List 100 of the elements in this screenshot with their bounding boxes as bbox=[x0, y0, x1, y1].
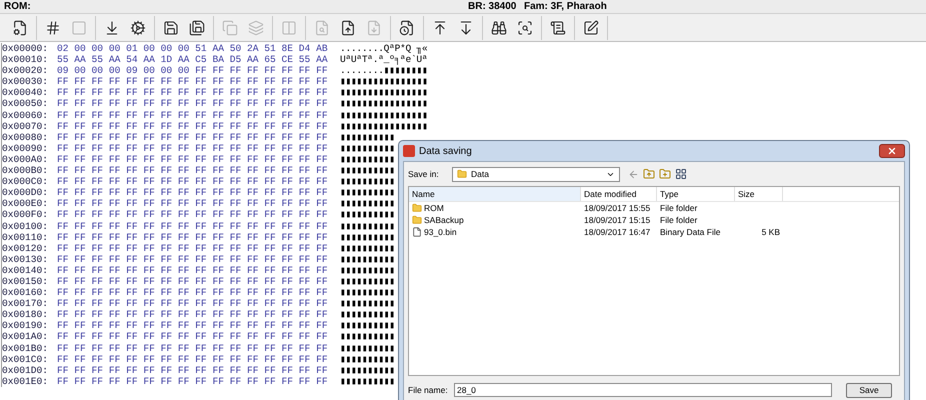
file-row[interactable]: 93_0.bin 18/09/2017 16:47 Binary Data File 5 KB bbox=[409, 226, 899, 238]
offset-label: 0x00120: bbox=[2, 242, 50, 254]
offset-label: 0x000C0: bbox=[2, 176, 50, 188]
ascii-text: ▮▮▮▮▮▮▮▮▮▮ bbox=[340, 187, 395, 198]
offset-label: 0x00140: bbox=[2, 264, 50, 276]
ascii-text: ▮▮▮▮▮▮▮▮▮▮ bbox=[340, 287, 395, 298]
file-down-icon bbox=[366, 20, 382, 36]
hex-bytes: FF FF FF FF FF FF FF FF FF FF FF FF FF FF FF FF bbox=[57, 132, 329, 143]
hex-bytes: FF FF FF FF FF FF FF FF FF FF FF FF FF FF FF FF bbox=[57, 320, 329, 332]
hex-bytes: FF FF FF FF FF FF FF FF FF FF FF FF FF FF FF FF bbox=[57, 342, 329, 354]
ascii-text: ▮▮▮▮▮▮▮▮▮▮ bbox=[340, 331, 395, 343]
offset-label: 0x00080: bbox=[2, 132, 50, 143]
close-icon bbox=[887, 146, 897, 156]
hex-bytes: FF FF FF FF FF FF FF FF FF FF FF FF FF FF FF FF bbox=[57, 87, 329, 98]
binoculars-icon bbox=[491, 20, 507, 36]
view-menu-icon[interactable] bbox=[675, 168, 687, 180]
hex-bytes: FF FF FF FF FF FF FF FF FF FF FF FF FF FF FF FF bbox=[57, 142, 329, 154]
offset-label: 0x000E0: bbox=[2, 198, 50, 210]
ascii-text: ▮▮▮▮▮▮▮▮▮▮ bbox=[340, 165, 395, 176]
save-button[interactable]: Save bbox=[846, 382, 892, 398]
save-in-label: Save in: bbox=[408, 168, 440, 180]
file-type: Binary Data File bbox=[659, 226, 722, 238]
hex-bytes: 02 00 00 00 01 00 00 00 51 AA 50 2A 51 8E D4 AB bbox=[57, 43, 329, 54]
columns-icon bbox=[281, 20, 297, 36]
offset-label: 0x000A0: bbox=[2, 154, 50, 166]
disks-icon bbox=[189, 20, 205, 36]
offset-label: 0x00030: bbox=[2, 76, 50, 88]
layers-icon bbox=[248, 20, 264, 36]
ascii-text: ........QªP*Q ╖« bbox=[340, 43, 428, 54]
file-name: 93_0.bin bbox=[424, 226, 457, 238]
ascii-text: ▮▮▮▮▮▮▮▮▮▮▮▮▮▮▮▮ bbox=[340, 120, 428, 132]
file-date: 18/09/2017 15:55 bbox=[583, 202, 652, 214]
file-row[interactable]: ROM 18/09/2017 15:55 File folder bbox=[409, 202, 899, 214]
file-date: 18/09/2017 15:15 bbox=[583, 214, 652, 226]
ascii-text: ▮▮▮▮▮▮▮▮▮▮ bbox=[340, 354, 395, 365]
hex-bytes: FF FF FF FF FF FF FF FF FF FF FF FF FF FF FF FF bbox=[57, 309, 329, 320]
ascii-text: ▮▮▮▮▮▮▮▮▮▮ bbox=[340, 132, 395, 143]
column-header[interactable]: Size bbox=[735, 187, 783, 201]
column-header[interactable]: Date modified bbox=[581, 187, 657, 201]
hash-icon bbox=[45, 20, 61, 36]
ascii-text: ▮▮▮▮▮▮▮▮▮▮ bbox=[340, 320, 395, 332]
ascii-text: ▮▮▮▮▮▮▮▮▮▮ bbox=[340, 242, 395, 254]
hex-bytes: FF FF FF FF FF FF FF FF FF FF FF FF FF FF FF FF bbox=[57, 120, 329, 132]
file-type: File folder bbox=[659, 214, 698, 226]
hex-bytes: FF FF FF FF FF FF FF FF FF FF FF FF FF FF FF FF bbox=[57, 209, 329, 220]
ascii-text: ▮▮▮▮▮▮▮▮▮▮ bbox=[340, 232, 395, 243]
hex-bytes: FF FF FF FF FF FF FF FF FF FF FF FF FF FF FF FF bbox=[57, 198, 329, 210]
close-button[interactable] bbox=[879, 144, 905, 158]
folder-up-icon[interactable] bbox=[643, 168, 655, 180]
ascii-text: ▮▮▮▮▮▮▮▮▮▮ bbox=[340, 309, 395, 320]
offset-label: 0x001E0: bbox=[2, 376, 50, 387]
save-in-dropdown[interactable]: Data bbox=[452, 166, 620, 182]
edit-icon bbox=[583, 20, 599, 36]
rom-label: ROM: bbox=[4, 0, 32, 14]
copy-icon bbox=[222, 20, 238, 36]
app-icon bbox=[403, 145, 415, 157]
hex-bytes: FF FF FF FF FF FF FF FF FF FF FF FF FF FF FF FF bbox=[57, 354, 329, 365]
hex-bytes: FF FF FF FF FF FF FF FF FF FF FF FF FF FF FF FF bbox=[57, 331, 329, 343]
file-name-label: File name: bbox=[408, 384, 449, 396]
ascii-text: ▮▮▮▮▮▮▮▮▮▮ bbox=[340, 364, 395, 376]
hex-bytes: FF FF FF FF FF FF FF FF FF FF FF FF FF FF FF FF bbox=[57, 76, 329, 88]
column-header[interactable]: Type bbox=[657, 187, 735, 201]
ascii-text: ▮▮▮▮▮▮▮▮▮▮▮▮▮▮▮▮ bbox=[340, 98, 428, 110]
file-date: 18/09/2017 16:47 bbox=[583, 226, 652, 238]
folder-icon bbox=[412, 215, 422, 225]
offset-label: 0x00130: bbox=[2, 254, 50, 265]
file-search-icon bbox=[314, 20, 330, 36]
down-arrow-icon bbox=[458, 20, 474, 36]
folder-icon bbox=[412, 203, 422, 213]
hex-bytes: FF FF FF FF FF FF FF FF FF FF FF FF FF FF FF FF bbox=[57, 154, 329, 166]
file-up-icon bbox=[340, 20, 356, 36]
ascii-text: ▮▮▮▮▮▮▮▮▮▮ bbox=[340, 220, 395, 232]
new-folder-icon[interactable] bbox=[659, 168, 671, 180]
hex-bytes: FF FF FF FF FF FF FF FF FF FF FF FF FF FF FF FF bbox=[57, 165, 329, 176]
offset-label: 0x000D0: bbox=[2, 187, 50, 198]
offset-label: 0x00020: bbox=[2, 65, 50, 76]
ascii-text: UªUªTª.ª_º╕ªe`Uª bbox=[340, 54, 428, 66]
column-header[interactable]: Name bbox=[409, 187, 581, 201]
offset-label: 0x001D0: bbox=[2, 364, 50, 376]
offset-label: 0x000F0: bbox=[2, 209, 50, 220]
offset-label: 0x00050: bbox=[2, 98, 50, 110]
ascii-text: ▮▮▮▮▮▮▮▮▮▮▮▮▮▮▮▮ bbox=[340, 87, 428, 98]
file-name: ROM bbox=[424, 202, 444, 214]
save-in-value: Data bbox=[471, 168, 490, 180]
folder-icon bbox=[457, 169, 467, 179]
hex-bytes: 09 00 00 00 09 00 00 00 FF FF FF FF FF FF FF FF bbox=[57, 65, 329, 76]
hex-bytes: FF FF FF FF FF FF FF FF FF FF FF FF FF FF FF FF bbox=[57, 298, 329, 310]
hex-bytes: 55 AA 55 AA 54 AA 1D AA C5 BA D5 AA 65 CE 55 AA bbox=[57, 54, 329, 66]
hex-bytes: FF FF FF FF FF FF FF FF FF FF FF FF FF FF FF FF bbox=[57, 187, 329, 198]
file-name: SABackup bbox=[424, 214, 464, 226]
gear-icon bbox=[130, 20, 146, 36]
file-row[interactable]: SABackup 18/09/2017 15:15 File folder bbox=[409, 214, 899, 226]
square-icon bbox=[71, 20, 87, 36]
ascii-text: ▮▮▮▮▮▮▮▮▮▮ bbox=[340, 264, 395, 276]
file-name-field[interactable]: 28_0 bbox=[454, 383, 832, 397]
hex-bytes: FF FF FF FF FF FF FF FF FF FF FF FF FF FF FF FF bbox=[57, 254, 329, 265]
offset-label: 0x00170: bbox=[2, 298, 50, 310]
hex-bytes: FF FF FF FF FF FF FF FF FF FF FF FF FF FF FF FF bbox=[57, 276, 329, 288]
offset-label: 0x001B0: bbox=[2, 342, 50, 354]
hex-bytes: FF FF FF FF FF FF FF FF FF FF FF FF FF FF FF FF bbox=[57, 376, 329, 387]
